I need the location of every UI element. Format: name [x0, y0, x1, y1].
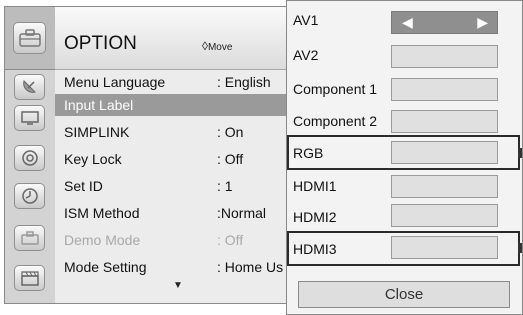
menu-item-ism-method[interactable]: ISM Method :Normal — [55, 202, 295, 224]
input-row-component-2: Component 2 — [287, 105, 523, 139]
clock-icon[interactable] — [14, 183, 45, 209]
label-selector[interactable] — [391, 204, 498, 227]
label-selector[interactable] — [391, 175, 498, 198]
menu-item-value: : Home Us — [217, 259, 284, 275]
menu-item-value: : On — [217, 124, 244, 140]
input-label-popup: AV1 ◀ ▶ AV2 Component 1 Component 2 RGB … — [286, 0, 523, 315]
menu-item-label: Menu Language — [64, 74, 166, 90]
menu-item-key-lock[interactable]: Key Lock : Off — [55, 148, 295, 170]
input-name: AV2 — [293, 47, 319, 63]
input-name: RGB — [293, 145, 324, 161]
label-selector[interactable] — [391, 78, 498, 101]
menu-item-value: :Normal — [217, 205, 267, 221]
label-selector[interactable] — [391, 141, 498, 164]
menu-item-mode-setting[interactable]: Mode Setting : Home Us — [55, 256, 295, 278]
input-name: HDMI1 — [293, 178, 337, 194]
menu-item-value: : English — [217, 74, 271, 90]
sidebar-header — [5, 7, 55, 70]
input-name: Component 1 — [293, 81, 378, 97]
menu-item-set-id[interactable]: Set ID : 1 — [55, 175, 295, 197]
menu-item-demo-mode: Demo Mode : Off — [55, 229, 295, 251]
menu-item-simplink[interactable]: SIMPLINK : On — [55, 121, 295, 143]
label-selector[interactable] — [391, 45, 498, 68]
left-arrow-icon[interactable]: ◀ — [402, 14, 413, 31]
input-name: HDMI3 — [293, 241, 337, 257]
label-selector[interactable] — [391, 110, 498, 133]
tv-osd-screen: OPTION ◊Move Menu Language : English Inp… — [0, 0, 523, 315]
menu-item-label: Mode Setting — [64, 259, 147, 275]
input-row-component-1: Component 1 — [287, 73, 523, 107]
right-arrow-icon[interactable]: ▶ — [477, 14, 488, 31]
input-row-hdmi2: HDMI2 — [287, 199, 523, 233]
menu-item-label: ISM Method — [64, 205, 140, 221]
menu-item-label: SIMPLINK — [64, 124, 130, 140]
option-toolbox-icon — [13, 22, 46, 54]
label-selector[interactable] — [391, 236, 498, 259]
menu-item-label: Set ID — [64, 178, 103, 194]
menu-item-label: Input Label — [64, 97, 134, 113]
menu-item-value: : Off — [217, 232, 244, 248]
move-hint-label: Move — [207, 42, 233, 53]
move-hint: ◊Move — [202, 39, 232, 53]
toolbox-icon[interactable] — [14, 225, 45, 251]
menu-item-value: : 1 — [217, 178, 233, 194]
label-selector[interactable]: ◀ ▶ — [391, 11, 498, 34]
close-button[interactable]: Close — [298, 281, 510, 308]
input-row-hdmi1: HDMI1 — [287, 169, 523, 203]
menu-item-input-label[interactable]: Input Label — [55, 94, 295, 116]
option-menu-header: OPTION ◊Move — [55, 7, 295, 70]
option-menu-panel: OPTION ◊Move Menu Language : English Inp… — [55, 6, 296, 304]
menu-item-label: Demo Mode — [64, 232, 141, 248]
menu-item-menu-language[interactable]: Menu Language : English — [55, 71, 295, 93]
input-name: Component 2 — [293, 113, 378, 129]
input-row-av2: AV2 — [287, 39, 523, 73]
category-sidebar — [4, 6, 56, 304]
satellite-dish-icon[interactable] — [14, 74, 45, 100]
input-name: AV1 — [293, 12, 319, 28]
input-row-rgb[interactable]: RGB — [287, 135, 523, 169]
menu-title: OPTION — [64, 33, 137, 54]
menu-item-label: Key Lock — [64, 151, 122, 167]
input-name: HDMI2 — [293, 209, 337, 225]
down-triangle-icon[interactable]: ▼ — [173, 280, 183, 291]
input-row-av1: AV1 ◀ ▶ — [287, 6, 523, 40]
speaker-icon[interactable] — [14, 145, 45, 171]
menu-item-value: : Off — [217, 151, 244, 167]
input-row-hdmi3[interactable]: HDMI3 — [287, 231, 523, 265]
monitor-icon[interactable] — [14, 105, 45, 131]
film-clapper-icon[interactable] — [14, 265, 45, 291]
